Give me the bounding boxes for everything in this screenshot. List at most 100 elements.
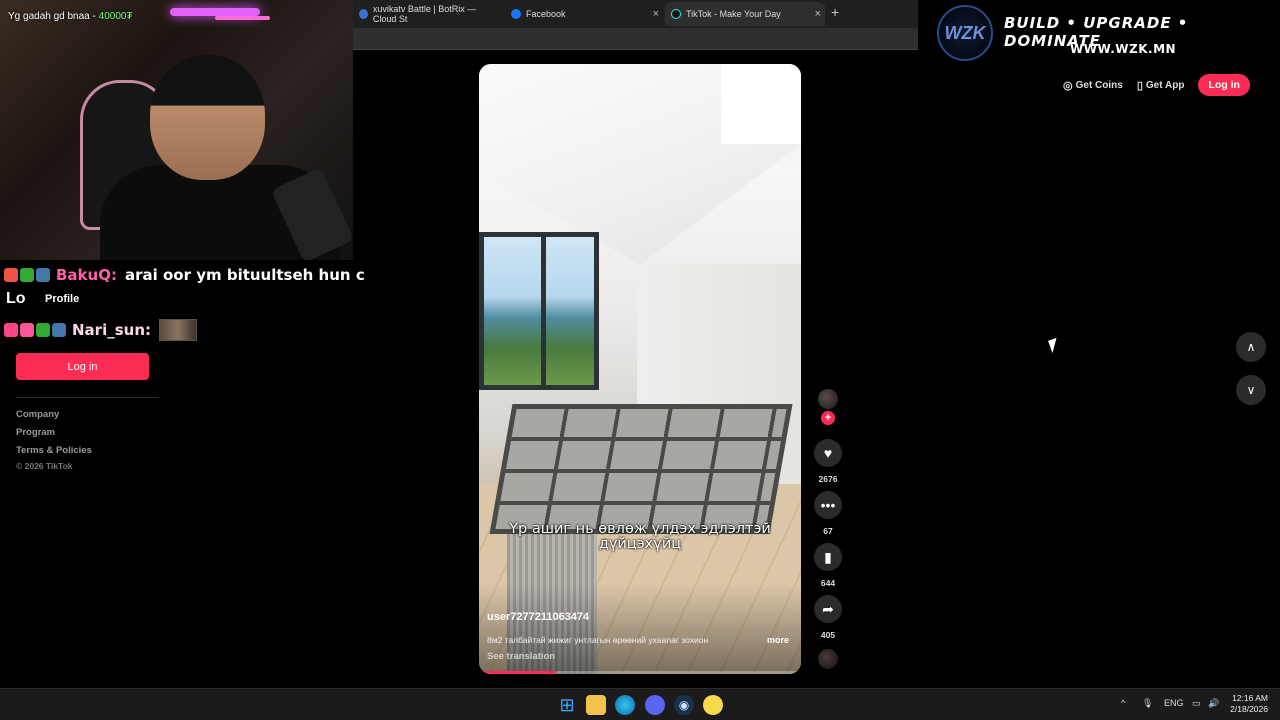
get-app-button[interactable]: ▯ Get App xyxy=(1137,79,1185,92)
chat-message: BakuQ: arai oor ym bituultseh hun c xyxy=(4,264,365,286)
next-video-button[interactable]: ∨ xyxy=(1236,375,1266,405)
previous-video-button[interactable]: ∧ xyxy=(1236,332,1266,362)
badge-icon xyxy=(4,268,18,282)
link-program[interactable]: Program xyxy=(16,427,55,438)
sidebar-item-profile[interactable]: Lo Profile xyxy=(6,290,79,308)
sidebar-item-label: Profile xyxy=(45,293,80,305)
link-company[interactable]: Company xyxy=(16,409,59,420)
neon-light xyxy=(215,16,270,20)
botrix-icon xyxy=(359,9,368,19)
volume-icon[interactable]: 🔊 xyxy=(1208,698,1219,709)
donation-goal: Yg gadah gd bnaa - 40000₮ xyxy=(8,11,133,22)
coin-icon: ◎ xyxy=(1063,79,1073,92)
chevron-down-icon: ∨ xyxy=(1246,383,1256,397)
creator-avatar[interactable] xyxy=(818,389,838,409)
tab-label: TikTok - Make Your Day xyxy=(686,9,781,19)
close-icon[interactable]: × xyxy=(653,8,659,20)
video-frame-bed-frame xyxy=(489,404,793,534)
badge-icon xyxy=(20,323,34,337)
webcam-overlay: Yg gadah gd bnaa - 40000₮ xyxy=(0,0,353,260)
windows-taskbar: ⊞ ◉ ^ 🎙 ENG ▭ 🔊 12:16 AM 2/18/2026 xyxy=(0,688,1280,720)
video-progress-bar[interactable] xyxy=(479,671,801,674)
save-button[interactable]: ▮ xyxy=(814,543,842,571)
chat-username: Nari_sun: xyxy=(72,321,151,339)
chat-emote-image xyxy=(159,319,197,341)
comment-button[interactable]: ••• xyxy=(814,491,842,519)
close-icon[interactable]: × xyxy=(815,8,821,20)
video-progress-fill xyxy=(479,671,557,674)
heart-icon: ♥ xyxy=(823,445,833,461)
badge-icon xyxy=(4,323,18,337)
comment-count: 67 xyxy=(823,526,833,536)
windows-start-icon[interactable]: ⊞ xyxy=(557,695,577,715)
file-explorer-icon[interactable] xyxy=(586,695,606,715)
video-author[interactable]: user7277211063474 xyxy=(487,611,589,623)
sidebar-login-button[interactable]: Log in xyxy=(16,353,149,380)
streamer-head xyxy=(150,55,265,180)
tab-facebook[interactable]: Facebook × xyxy=(505,2,663,26)
tiktok-icon xyxy=(671,9,681,19)
system-clock[interactable]: 12:16 AM 2/18/2026 xyxy=(1228,693,1268,715)
video-player[interactable]: Үр ашиг нь өвлөж үлдэх эдлэлтэй дүйцэхүй… xyxy=(479,64,801,674)
music-disc-icon[interactable] xyxy=(818,649,838,669)
tab-label: Facebook xyxy=(526,9,566,19)
brand-url: WWW.WZK.MN xyxy=(1070,42,1177,56)
browser-tab-strip: xuvikatv Battle | BotRix — Cloud St Face… xyxy=(353,0,918,28)
video-overlay-box xyxy=(721,64,801,144)
tab-tiktok[interactable]: TikTok - Make Your Day × xyxy=(665,2,825,26)
network-icon[interactable]: ▭ xyxy=(1192,698,1201,709)
clock-date: 2/18/2026 xyxy=(1230,704,1268,714)
steam-icon[interactable]: ◉ xyxy=(674,695,694,715)
new-tab-button[interactable]: + xyxy=(831,4,839,20)
facebook-icon xyxy=(511,9,521,19)
badge-icon xyxy=(36,323,50,337)
copyright: © 2026 TikTok xyxy=(16,461,73,471)
tab-botrix[interactable]: xuvikatv Battle | BotRix — Cloud St xyxy=(353,2,503,26)
neon-light xyxy=(170,8,260,16)
goal-text: Yg gadah gd bnaa - xyxy=(8,11,99,22)
chat-username: BakuQ: xyxy=(56,266,117,284)
microphone-icon[interactable]: 🎙 xyxy=(1142,698,1153,709)
share-button[interactable]: ➦ xyxy=(814,595,842,623)
profile-icon: Lo xyxy=(6,290,26,307)
more-button[interactable]: more xyxy=(767,635,789,645)
video-subtitle: Үр ашиг нь өвлөж үлдэх эдлэлтэй дүйцэхүй… xyxy=(509,521,771,552)
see-translation-button[interactable]: See translation xyxy=(487,651,555,662)
edge-browser-icon[interactable] xyxy=(615,695,635,715)
like-button[interactable]: ♥ xyxy=(814,439,842,467)
like-count: 2676 xyxy=(818,474,838,484)
chat-message: Nari_sun: xyxy=(4,319,197,341)
divider xyxy=(16,397,159,398)
tray-overflow-icon[interactable]: ^ xyxy=(1121,698,1125,708)
get-coins-button[interactable]: ◎ Get Coins xyxy=(1063,79,1123,92)
follow-button[interactable]: + xyxy=(821,411,835,425)
mouse-cursor xyxy=(1048,337,1061,354)
video-frame-window xyxy=(479,232,599,390)
clock-time: 12:16 AM xyxy=(1232,693,1268,703)
discord-icon[interactable] xyxy=(645,695,665,715)
address-bar[interactable] xyxy=(353,28,918,50)
share-count: 405 xyxy=(820,630,836,640)
window-mullion xyxy=(541,237,546,385)
badge-icon xyxy=(52,323,66,337)
bookmark-icon: ▮ xyxy=(824,548,832,565)
tab-label: xuvikatv Battle | BotRix — Cloud St xyxy=(372,4,477,24)
save-count: 644 xyxy=(820,578,836,588)
phone-icon: ▯ xyxy=(1136,79,1143,92)
video-description: 8м2 талбайтай жижиг унтлагын өрөөний уха… xyxy=(487,635,709,645)
language-indicator[interactable]: ENG xyxy=(1164,698,1184,708)
comment-icon: ••• xyxy=(820,497,836,513)
badge-icon xyxy=(20,268,34,282)
wzk-logo: WZK xyxy=(937,5,993,61)
header-login-button[interactable]: Log in xyxy=(1198,74,1250,96)
chat-text: arai oor ym bituultseh hun c xyxy=(124,266,365,284)
goal-amount: 40000₮ xyxy=(98,11,133,22)
share-icon: ➦ xyxy=(822,600,834,617)
badge-icon xyxy=(36,268,50,282)
chevron-up-icon: ∧ xyxy=(1246,340,1256,354)
header-actions: ◎ Get Coins ▯ Get App Log in xyxy=(1063,72,1250,98)
get-app-label: Get App xyxy=(1145,79,1185,91)
get-coins-label: Get Coins xyxy=(1075,79,1123,91)
link-terms[interactable]: Terms & Policies xyxy=(16,445,92,456)
app-icon[interactable] xyxy=(703,695,723,715)
